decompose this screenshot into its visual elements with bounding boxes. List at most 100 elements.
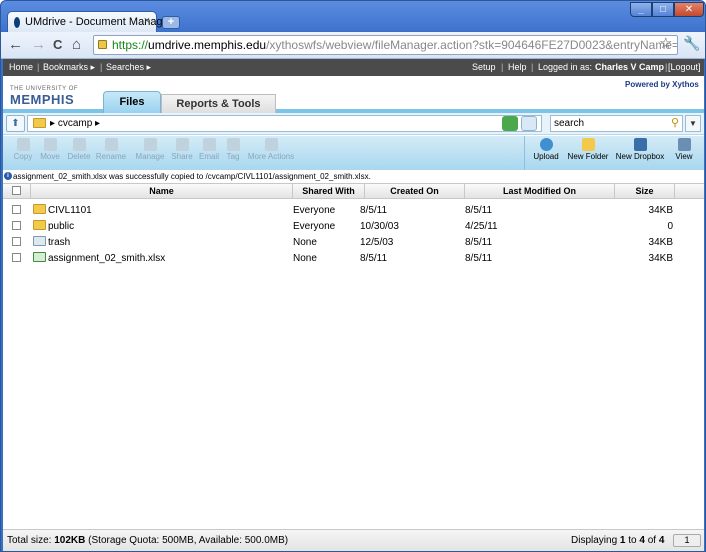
tab-files[interactable]: Files [103, 91, 161, 113]
folder-icon [33, 220, 46, 230]
bookmarks-menu[interactable]: Bookmarks ▸ [43, 59, 95, 76]
created-on: 12/5/03 [360, 237, 394, 248]
copy-icon [16, 138, 30, 151]
row-checkbox[interactable] [12, 205, 21, 214]
column-header-size[interactable]: Size [615, 184, 675, 199]
modified-on: 4/25/11 [465, 221, 498, 232]
path-box[interactable]: ▸ cvcamp ▸ [27, 115, 542, 132]
email-icon [202, 138, 216, 151]
modified-on: 8/5/11 [465, 205, 493, 216]
more-actions-button[interactable]: More Actions [245, 138, 297, 168]
reload-icon[interactable]: C [53, 37, 62, 53]
logout-link[interactable]: [Logout] [668, 59, 701, 76]
created-on: 8/5/11 [360, 253, 388, 264]
table-row[interactable]: trash None 12/5/03 8/5/11 34KB [3, 235, 704, 251]
view-icon [677, 138, 691, 151]
browser-tab[interactable]: UMdrive - Document Manager × [7, 11, 172, 32]
info-icon: i [4, 172, 12, 180]
view-button[interactable]: View [671, 138, 697, 168]
file-name[interactable]: CIVL1101 [48, 205, 92, 216]
shared-with: Everyone [293, 205, 336, 216]
action-toolbar: Copy Move Delete Rename Manage Share Ema… [3, 136, 704, 170]
setup-link[interactable]: Setup [472, 59, 496, 76]
table-row[interactable]: CIVL1101 Everyone 8/5/11 8/5/11 34KB [3, 203, 704, 219]
main-tabs: Files Reports & Tools [3, 91, 704, 113]
tab-close-icon[interactable]: × [144, 15, 150, 27]
maximize-button[interactable]: □ [652, 2, 674, 17]
search-placeholder: search [554, 118, 585, 129]
tag-button[interactable]: Tag [223, 138, 243, 168]
search-icon[interactable]: ⚲ [671, 116, 679, 131]
lock-icon [98, 40, 107, 49]
toolbar-right-section: Upload New Folder New Dropbox View [524, 136, 704, 170]
tab-reports-tools[interactable]: Reports & Tools [161, 94, 276, 113]
home-icon[interactable]: ⌂ [72, 37, 81, 53]
table-row[interactable]: assignment_02_smith.xlsx None 8/5/11 8/5… [3, 251, 704, 267]
path-arrow-icon[interactable]: ▸ [95, 118, 100, 129]
copy-button[interactable]: Copy [11, 138, 35, 168]
wrench-menu-icon[interactable]: 🔧 [683, 35, 700, 52]
browser-window: UMdrive - Document Manager × + _ □ ✕ ← →… [0, 0, 706, 552]
title-bar: UMdrive - Document Manager × + _ □ ✕ [1, 1, 705, 32]
bookmark-star-icon[interactable]: ☆ [659, 34, 672, 52]
path-arrow-icon[interactable]: ▸ [50, 118, 55, 129]
new-dropbox-icon [633, 138, 647, 151]
sync-icon[interactable] [521, 116, 537, 131]
new-folder-icon [581, 138, 595, 151]
up-folder-button[interactable]: ⬆ [6, 115, 25, 132]
shared-with: None [293, 253, 317, 264]
new-dropbox-button[interactable]: New Dropbox [613, 138, 667, 168]
move-button[interactable]: Move [37, 138, 63, 168]
searches-menu[interactable]: Searches ▸ [106, 59, 151, 76]
select-all-cell [3, 184, 31, 199]
table-header: Name Shared With Created On Last Modifie… [3, 183, 704, 199]
created-on: 10/30/03 [360, 221, 399, 232]
file-name[interactable]: public [48, 221, 74, 232]
forward-icon[interactable]: → [31, 37, 46, 53]
refresh-icon[interactable] [502, 116, 518, 131]
column-header-shared[interactable]: Shared With [293, 184, 365, 199]
excel-file-icon [33, 252, 46, 262]
rename-button[interactable]: Rename [95, 138, 127, 168]
file-name[interactable]: assignment_02_smith.xlsx [48, 253, 165, 264]
new-tab-button[interactable]: + [162, 16, 180, 29]
shared-with: Everyone [293, 221, 336, 232]
column-header-modified[interactable]: Last Modified On [465, 184, 615, 199]
email-button[interactable]: Email [197, 138, 221, 168]
select-all-checkbox[interactable] [12, 186, 21, 195]
table-row[interactable]: public Everyone 10/30/03 4/25/11 0 [3, 219, 704, 235]
shared-with: None [293, 237, 317, 248]
tag-icon [226, 138, 240, 151]
minimize-button[interactable]: _ [630, 2, 652, 17]
home-link[interactable]: Home [9, 59, 33, 76]
upload-button[interactable]: Upload [531, 138, 561, 168]
row-checkbox[interactable] [12, 253, 21, 262]
column-header-created[interactable]: Created On [365, 184, 465, 199]
file-size: 34KB [648, 205, 673, 216]
new-folder-button[interactable]: New Folder [565, 138, 611, 168]
address-bar[interactable]: https://umdrive.memphis.edu/xythoswfs/we… [93, 35, 678, 55]
total-size-label: Total size: [7, 535, 52, 546]
more-actions-icon [264, 138, 278, 151]
modified-on: 8/5/11 [465, 253, 493, 264]
path-segment-cvcamp[interactable]: cvcamp [58, 118, 92, 129]
row-checkbox[interactable] [12, 221, 21, 230]
back-icon[interactable]: ← [8, 37, 23, 53]
manage-button[interactable]: Manage [131, 138, 169, 168]
search-input[interactable]: search ⚲ [550, 115, 683, 132]
status-bar: Total size: 102KB (Storage Quota: 500MB,… [3, 529, 704, 551]
help-link[interactable]: Help [508, 59, 527, 76]
row-checkbox[interactable] [12, 237, 21, 246]
file-name[interactable]: trash [48, 237, 70, 248]
close-window-button[interactable]: ✕ [674, 2, 704, 17]
delete-button[interactable]: Delete [65, 138, 93, 168]
page-selector[interactable]: 1 [673, 534, 701, 547]
trash-icon [33, 236, 46, 246]
search-dropdown-button[interactable]: ▼ [685, 115, 701, 132]
share-button[interactable]: Share [169, 138, 195, 168]
browser-toolbar: ← → C ⌂ https://umdrive.memphis.edu/xyth… [1, 32, 705, 59]
user-name: Charles V Camp [595, 62, 665, 72]
delete-icon [72, 138, 86, 151]
column-header-name[interactable]: Name [31, 184, 293, 199]
page-content: Home | Bookmarks ▸ | Searches ▸ Setup | … [3, 59, 704, 551]
